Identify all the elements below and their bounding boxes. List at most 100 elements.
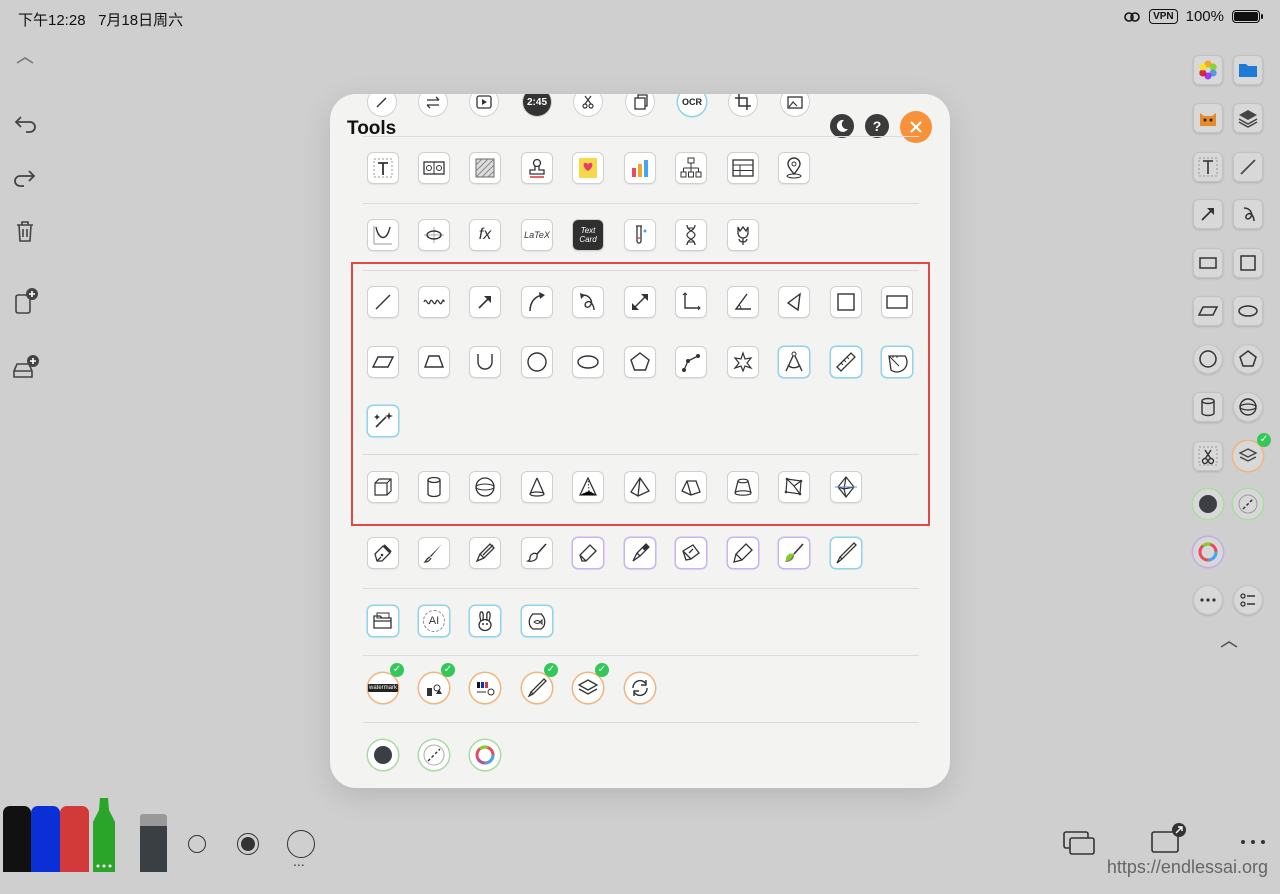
- stamp-tool[interactable]: [522, 153, 552, 183]
- rectangle-tool[interactable]: [882, 287, 912, 317]
- cut-top-button[interactable]: [574, 94, 602, 116]
- copy-page-button[interactable]: [626, 94, 654, 116]
- long-press-toggle[interactable]: [470, 673, 500, 703]
- fountain-pen-tool[interactable]: [368, 538, 398, 568]
- fishbowl-tool[interactable]: [522, 606, 552, 636]
- sphere-tool-button[interactable]: [1233, 392, 1263, 422]
- dark-mode-button[interactable]: [830, 114, 854, 138]
- paint-brush-tool[interactable]: [522, 538, 552, 568]
- octahedron-tool[interactable]: [831, 472, 861, 502]
- multi-window-button[interactable]: [1062, 828, 1098, 858]
- ellipse-graph-tool[interactable]: [419, 220, 449, 250]
- line-tool-button[interactable]: [1233, 152, 1263, 182]
- play-button[interactable]: [470, 94, 498, 116]
- line-tool[interactable]: [368, 287, 398, 317]
- pentagon-tool-button[interactable]: [1233, 344, 1263, 374]
- frustum-tool[interactable]: [676, 472, 706, 502]
- pen-tool[interactable]: [470, 538, 500, 568]
- polyline-tool[interactable]: [676, 347, 706, 377]
- fill-color-button[interactable]: [368, 740, 398, 770]
- watermark-toggle[interactable]: watermark ✓: [368, 663, 404, 703]
- green-marker[interactable]: [89, 796, 119, 872]
- double-arrow-tool[interactable]: [625, 287, 655, 317]
- map-pin-tool[interactable]: [779, 153, 809, 183]
- export-button[interactable]: [1148, 822, 1188, 858]
- color-brush-tool[interactable]: [779, 538, 809, 568]
- crop-button[interactable]: [729, 94, 757, 116]
- calligraphy-tool[interactable]: [676, 538, 706, 568]
- chart-tool[interactable]: [625, 153, 655, 183]
- auto-draw-tool[interactable]: [368, 406, 398, 436]
- curved-arrow-tool[interactable]: [522, 287, 552, 317]
- parallelogram-tool[interactable]: [368, 347, 398, 377]
- auto-shape-toggle[interactable]: ✓: [419, 663, 455, 703]
- thin-stroke-option[interactable]: [188, 835, 206, 853]
- close-button[interactable]: [900, 111, 932, 143]
- square-tool-button[interactable]: [1233, 248, 1263, 278]
- rectangle-tool-button[interactable]: [1193, 248, 1223, 278]
- table-tool[interactable]: [728, 153, 758, 183]
- stroke-width-button[interactable]: [1233, 489, 1263, 519]
- more-options-button[interactable]: [1238, 832, 1268, 852]
- text-tool-button[interactable]: [1193, 152, 1223, 182]
- textbox-split-tool[interactable]: [419, 153, 449, 183]
- highlighter-tool[interactable]: [573, 538, 603, 568]
- dna-tool[interactable]: [676, 220, 706, 250]
- triangle-tool[interactable]: [779, 287, 809, 317]
- axis-tool[interactable]: [676, 287, 706, 317]
- flower-tool[interactable]: [728, 220, 758, 250]
- ellipse-tool[interactable]: [573, 347, 603, 377]
- polyhedron-tool[interactable]: [779, 472, 809, 502]
- image-edit-button[interactable]: [781, 94, 809, 116]
- pet-button[interactable]: [1193, 103, 1223, 133]
- delete-button[interactable]: [8, 214, 42, 248]
- red-marker[interactable]: [60, 806, 89, 872]
- marker-tool[interactable]: [625, 538, 655, 568]
- sphere-tool[interactable]: [470, 472, 500, 502]
- black-marker[interactable]: [3, 806, 31, 872]
- rabbit-tool[interactable]: [470, 606, 500, 636]
- wave-tool[interactable]: [419, 287, 449, 317]
- curve-arrow-button[interactable]: [1233, 199, 1263, 229]
- pentagon-tool[interactable]: [625, 347, 655, 377]
- color-wheel-button[interactable]: [470, 740, 500, 770]
- ruler-tool[interactable]: [831, 347, 861, 377]
- layers-button[interactable]: [1233, 103, 1263, 133]
- layer-toggle-button[interactable]: ✓: [1233, 433, 1271, 471]
- ellipse-tool-button[interactable]: [1233, 296, 1263, 326]
- function-graph-tool[interactable]: [368, 220, 398, 250]
- sticker-tool[interactable]: [573, 153, 603, 183]
- org-chart-tool[interactable]: [676, 153, 706, 183]
- files-button[interactable]: [1233, 55, 1263, 85]
- swap-button[interactable]: [419, 94, 447, 116]
- collapse-right-button[interactable]: [1212, 626, 1246, 660]
- add-page-button[interactable]: [8, 284, 42, 318]
- scissors-button[interactable]: [1193, 441, 1223, 471]
- pattern-tool[interactable]: [470, 153, 500, 183]
- add-storage-button[interactable]: [8, 350, 42, 384]
- angle-tool[interactable]: [728, 287, 758, 317]
- cylinder-tool-button[interactable]: [1193, 392, 1223, 422]
- crayon-tool[interactable]: [728, 538, 758, 568]
- cylinder-tool[interactable]: [419, 472, 449, 502]
- parallelogram-tool-button[interactable]: [1193, 296, 1223, 326]
- compass-tool[interactable]: [779, 347, 809, 377]
- eraser-tool[interactable]: [140, 814, 167, 872]
- pencil-only-toggle[interactable]: ✓: [522, 663, 558, 703]
- photos-button[interactable]: [1193, 55, 1223, 85]
- cube-tool[interactable]: [368, 472, 398, 502]
- blue-marker[interactable]: [31, 806, 60, 872]
- latex-tool[interactable]: LaTeX: [522, 220, 552, 250]
- magic-wand-top-button[interactable]: [368, 94, 396, 116]
- arrow-tool-button[interactable]: [1193, 199, 1223, 229]
- star-tool[interactable]: [728, 347, 758, 377]
- protractor-tool[interactable]: [882, 347, 912, 377]
- chemistry-tool[interactable]: [625, 220, 655, 250]
- collapse-up-button[interactable]: [8, 42, 42, 76]
- square-tool[interactable]: [831, 287, 861, 317]
- file-manager-tool[interactable]: [368, 606, 398, 636]
- help-button[interactable]: ?: [865, 114, 889, 138]
- list-button[interactable]: [1233, 585, 1263, 615]
- ocr-button[interactable]: OCR: [678, 94, 706, 116]
- truncated-cone-tool[interactable]: [728, 472, 758, 502]
